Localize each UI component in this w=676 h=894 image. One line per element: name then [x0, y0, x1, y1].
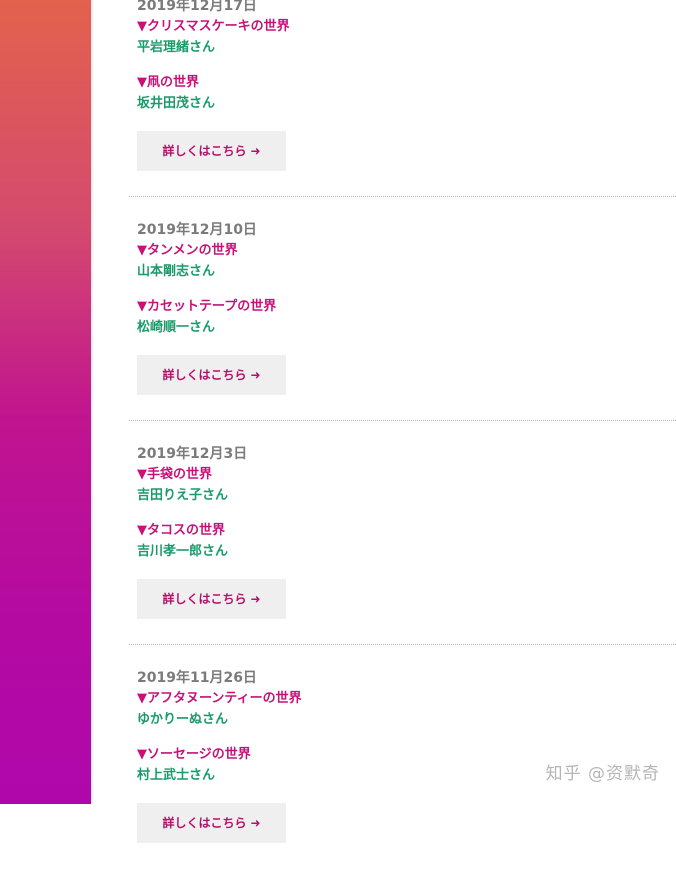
- arrow-right-icon: ➜: [250, 368, 261, 382]
- episode-date: 2019年12月3日: [137, 446, 248, 462]
- arrow-right-icon: ➜: [250, 592, 261, 606]
- episode-entry: 2019年12月10日 ▼タンメンの世界 山本剛志さん ▼カセットテープの世界 …: [0, 222, 676, 446]
- details-button-label: 詳しくはこちら: [162, 144, 247, 158]
- entry-divider: [129, 196, 676, 197]
- details-button[interactable]: 詳しくはこちら ➜: [137, 355, 286, 395]
- episode-date: 2019年12月10日: [137, 222, 257, 238]
- arrow-right-icon: ➜: [250, 144, 261, 158]
- episode-entry: 2019年12月3日 ▼手袋の世界 吉田りえ子さん ▼タコスの世界 吉川孝一郎さ…: [0, 446, 676, 670]
- topic-title: ▼アフタヌーンティーの世界: [137, 691, 302, 706]
- details-button[interactable]: 詳しくはこちら ➜: [137, 579, 286, 619]
- guest-name: 平岩理緒さん: [137, 40, 216, 55]
- topic-title: ▼タンメンの世界: [137, 243, 238, 258]
- topic-title: ▼ソーセージの世界: [137, 747, 251, 762]
- guest-name: 松崎順一さん: [137, 320, 216, 335]
- topic-title: ▼手袋の世界: [137, 467, 212, 482]
- details-button-label: 詳しくはこちら: [162, 816, 247, 830]
- episode-date: 2019年12月17日: [137, 0, 257, 14]
- guest-name: 吉田りえ子さん: [137, 488, 229, 503]
- episode-entry: 2019年12月17日 ▼クリスマスケーキの世界 平岩理緒さん ▼凧の世界 坂井…: [0, 0, 676, 222]
- topic-title: ▼クリスマスケーキの世界: [137, 19, 290, 34]
- entry-divider: [129, 420, 676, 421]
- arrow-right-icon: ➜: [250, 816, 261, 830]
- episode-list: 2019年12月17日 ▼クリスマスケーキの世界 平岩理緒さん ▼凧の世界 坂井…: [0, 0, 676, 843]
- episode-date: 2019年11月26日: [137, 670, 257, 686]
- guest-name: 山本剛志さん: [137, 264, 216, 279]
- topic-title: ▼タコスの世界: [137, 523, 225, 538]
- guest-name: 吉川孝一郎さん: [137, 544, 229, 559]
- details-button[interactable]: 詳しくはこちら ➜: [137, 131, 286, 171]
- details-button-label: 詳しくはこちら: [162, 592, 247, 606]
- guest-name: ゆかりーぬさん: [137, 712, 229, 727]
- details-button[interactable]: 詳しくはこちら ➜: [137, 803, 286, 843]
- topic-title: ▼カセットテープの世界: [137, 299, 277, 314]
- topic-title: ▼凧の世界: [137, 75, 199, 90]
- guest-name: 村上武士さん: [137, 768, 216, 783]
- guest-name: 坂井田茂さん: [137, 96, 216, 111]
- details-button-label: 詳しくはこちら: [162, 368, 247, 382]
- entry-divider: [129, 644, 676, 645]
- watermark-text: 知乎 @资默奇: [545, 764, 660, 784]
